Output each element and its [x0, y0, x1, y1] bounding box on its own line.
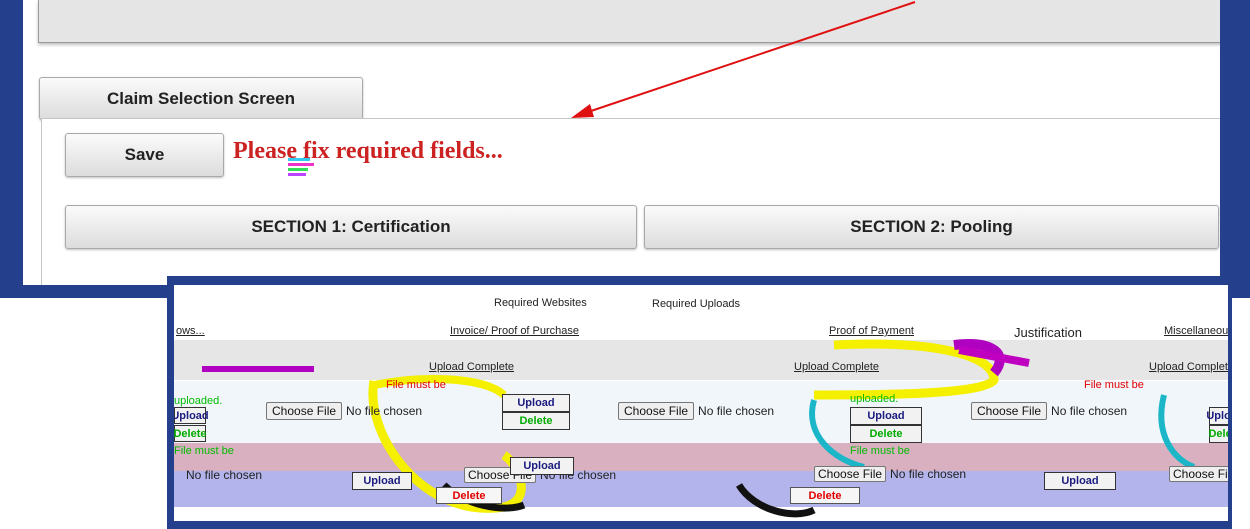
upload-complete-label: Upload Complete: [429, 361, 514, 373]
required-uploads-label: Required Uploads: [652, 298, 741, 310]
upload-button[interactable]: Upload: [1206, 407, 1228, 425]
file-required-notice: File must be: [174, 445, 234, 457]
choose-file-button[interactable]: Choose File: [266, 402, 343, 420]
file-status: No file chosen: [346, 404, 423, 418]
file-status: No file chosen: [890, 467, 967, 481]
delete-button[interactable]: Delete: [790, 487, 860, 504]
upload-complete-label: Upload Complete: [794, 361, 879, 373]
col-header-misc: Miscellaneous: [1164, 325, 1228, 337]
upload-button[interactable]: Upload: [510, 457, 574, 475]
delete-button[interactable]: Delete: [174, 425, 207, 442]
file-required-notice: File must be: [850, 445, 910, 457]
choose-file-button[interactable]: Choose File: [971, 402, 1048, 420]
choose-file-button[interactable]: Choose File: [1169, 466, 1228, 482]
required-websites-label: Required Websites: [494, 297, 587, 309]
choose-file-button[interactable]: Choose File: [814, 466, 887, 482]
delete-button[interactable]: Delete: [502, 412, 570, 430]
upload-button[interactable]: Upload: [352, 472, 412, 490]
delete-button[interactable]: Delete: [850, 425, 922, 443]
col-header-justification: Justification: [1014, 325, 1082, 340]
delete-button[interactable]: Delete: [436, 487, 502, 504]
file-input-invoice[interactable]: Choose File No file chosen: [266, 402, 422, 420]
upload-button[interactable]: Upload: [174, 407, 209, 424]
upload-button[interactable]: Upload: [850, 407, 922, 425]
file-status: No file chosen: [186, 468, 263, 482]
upload-complete-label: Upload Complete: [1149, 361, 1228, 373]
col-header-ows: ows...: [176, 325, 205, 337]
delete-button[interactable]: Delete: [1208, 425, 1228, 443]
file-required-notice: File must be: [386, 379, 446, 391]
col-header-payment: Proof of Payment: [829, 325, 914, 337]
choose-file-button[interactable]: Choose File: [618, 402, 695, 420]
file-input-row2-c[interactable]: Choose File: [1169, 466, 1228, 482]
file-input-row2-b[interactable]: Choose File No file chosen: [814, 466, 966, 482]
uploaded-notice: uploaded.: [174, 395, 223, 407]
file-input-payment[interactable]: Choose File No file chosen: [618, 402, 774, 420]
file-status: No file chosen: [698, 404, 775, 418]
uploads-panel: Required Websites Required Uploads ows..…: [174, 285, 1228, 521]
uploaded-notice: uploaded.: [850, 393, 899, 405]
upload-button[interactable]: Upload: [502, 394, 570, 412]
file-status: No file chosen: [1051, 404, 1128, 418]
file-input-justification[interactable]: Choose File No file chosen: [971, 402, 1127, 420]
col-header-invoice: Invoice/ Proof of Purchase: [450, 325, 580, 337]
upload-button[interactable]: Upload: [1044, 472, 1116, 490]
file-required-notice: File must be: [1084, 379, 1144, 391]
